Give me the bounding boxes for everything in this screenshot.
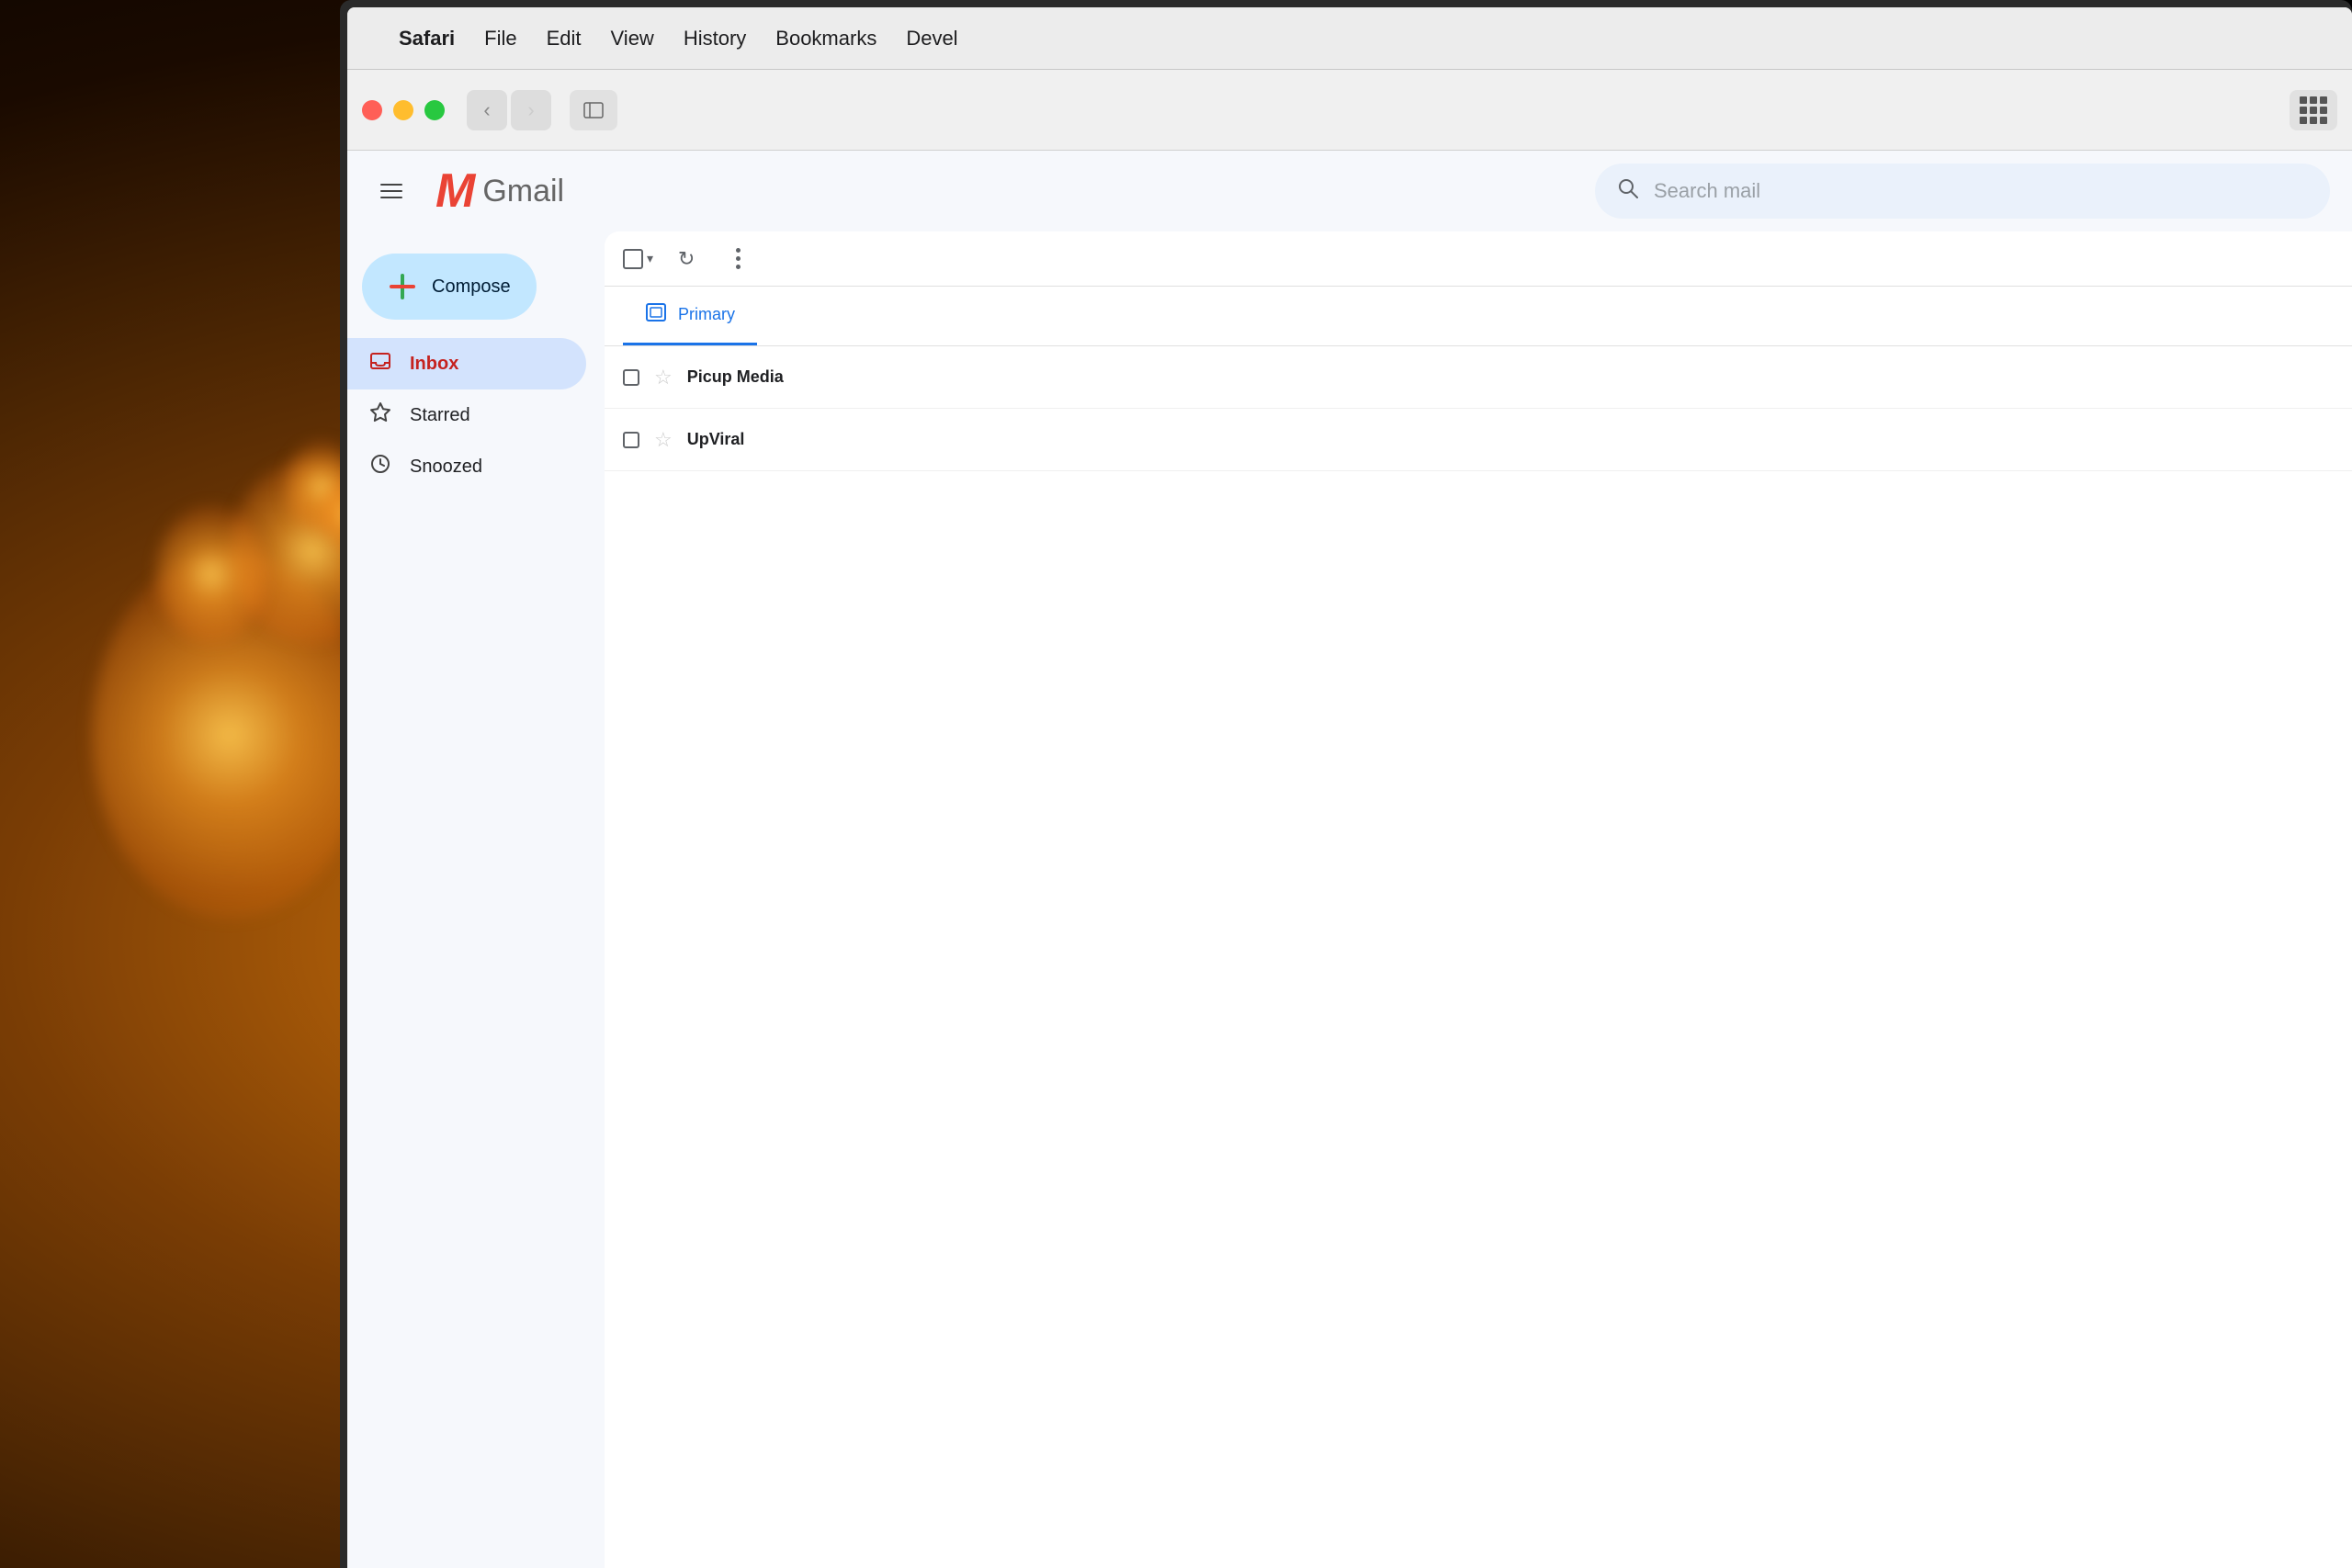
email-list-area: ▾ ↻ — [605, 231, 2352, 1568]
menubar-devel[interactable]: Devel — [906, 27, 957, 51]
forward-button[interactable]: › — [511, 90, 551, 130]
email-rows: ☆ Picup Media ☆ UpViral — [605, 346, 2352, 471]
email-checkbox[interactable] — [623, 369, 639, 386]
hamburger-icon — [380, 190, 402, 192]
laptop-frame: Safari File Edit View History Bookmarks … — [340, 0, 2352, 1568]
gmail-wordmark: Gmail — [482, 174, 564, 209]
compose-label: Compose — [432, 276, 511, 298]
email-sender: UpViral — [687, 430, 871, 449]
back-button[interactable]: ‹ — [467, 90, 507, 130]
email-toolbar: ▾ ↻ — [605, 231, 2352, 287]
sidebar-item-snoozed[interactable]: Snoozed — [347, 441, 586, 492]
tab-primary[interactable]: Primary — [623, 287, 757, 345]
sidebar: Compose Inbox — [347, 231, 605, 1568]
starred-label: Starred — [410, 405, 470, 426]
fullscreen-button[interactable] — [424, 100, 445, 120]
email-checkbox[interactable] — [623, 432, 639, 448]
menubar-edit[interactable]: Edit — [547, 27, 582, 51]
hamburger-menu-button[interactable] — [369, 173, 413, 209]
refresh-icon: ↻ — [678, 247, 695, 271]
table-row[interactable]: ☆ Picup Media — [605, 346, 2352, 409]
menubar-history[interactable]: History — [684, 27, 746, 51]
menubar-view[interactable]: View — [611, 27, 654, 51]
laptop-screen: Safari File Edit View History Bookmarks … — [347, 7, 2352, 1568]
nav-buttons: ‹ › — [467, 90, 551, 130]
gmail-header: M Gmail Search mail — [347, 151, 2352, 231]
menubar: Safari File Edit View History Bookmarks … — [347, 7, 2352, 70]
star-button[interactable]: ☆ — [654, 366, 673, 389]
sidebar-item-starred[interactable]: Starred — [347, 389, 586, 441]
menubar-bookmarks[interactable]: Bookmarks — [775, 27, 876, 51]
grid-view-button[interactable] — [2290, 90, 2337, 130]
sidebar-item-inbox[interactable]: Inbox — [347, 338, 586, 389]
star-button[interactable]: ☆ — [654, 428, 673, 452]
table-row[interactable]: ☆ UpViral — [605, 409, 2352, 471]
compose-plus-icon — [388, 272, 417, 301]
vertical-dots-icon — [729, 241, 748, 276]
primary-tab-label: Primary — [678, 305, 735, 324]
inbox-label: Inbox — [410, 354, 458, 375]
bokeh-light-3 — [156, 505, 266, 643]
refresh-button[interactable]: ↻ — [668, 241, 705, 277]
gmail-main: Compose Inbox — [347, 231, 2352, 1568]
gmail-m-letter: M — [435, 167, 475, 215]
more-options-button[interactable] — [719, 241, 756, 277]
hamburger-icon — [380, 184, 402, 186]
gmail-logo: M Gmail — [432, 167, 564, 215]
menubar-safari[interactable]: Safari — [399, 27, 455, 51]
compose-button[interactable]: Compose — [362, 254, 537, 320]
inbox-tabs: Primary — [605, 287, 2352, 346]
star-icon — [369, 401, 391, 429]
forward-icon: › — [527, 98, 534, 122]
search-placeholder-text: Search mail — [1654, 179, 2308, 203]
search-icon — [1617, 177, 1639, 206]
search-bar[interactable]: Search mail — [1595, 164, 2330, 219]
grid-icon — [2300, 96, 2327, 124]
sidebar-icon — [583, 102, 604, 118]
close-button[interactable] — [362, 100, 382, 120]
back-icon: ‹ — [483, 98, 490, 122]
browser-chrome: ‹ › — [347, 70, 2352, 151]
gmail-app: M Gmail Search mail — [347, 151, 2352, 1568]
minimize-button[interactable] — [393, 100, 413, 120]
inbox-icon — [369, 350, 391, 378]
hamburger-icon — [380, 197, 402, 198]
snoozed-label: Snoozed — [410, 457, 482, 478]
menubar-file[interactable]: File — [484, 27, 516, 51]
select-all-checkbox[interactable]: ▾ — [623, 249, 653, 269]
checkbox-icon — [623, 249, 643, 269]
clock-icon — [369, 453, 391, 480]
sidebar-toggle-button[interactable] — [570, 90, 617, 130]
chevron-down-icon: ▾ — [647, 251, 653, 266]
traffic-lights — [362, 100, 445, 120]
email-sender: Picup Media — [687, 367, 871, 387]
primary-tab-icon — [645, 301, 667, 328]
